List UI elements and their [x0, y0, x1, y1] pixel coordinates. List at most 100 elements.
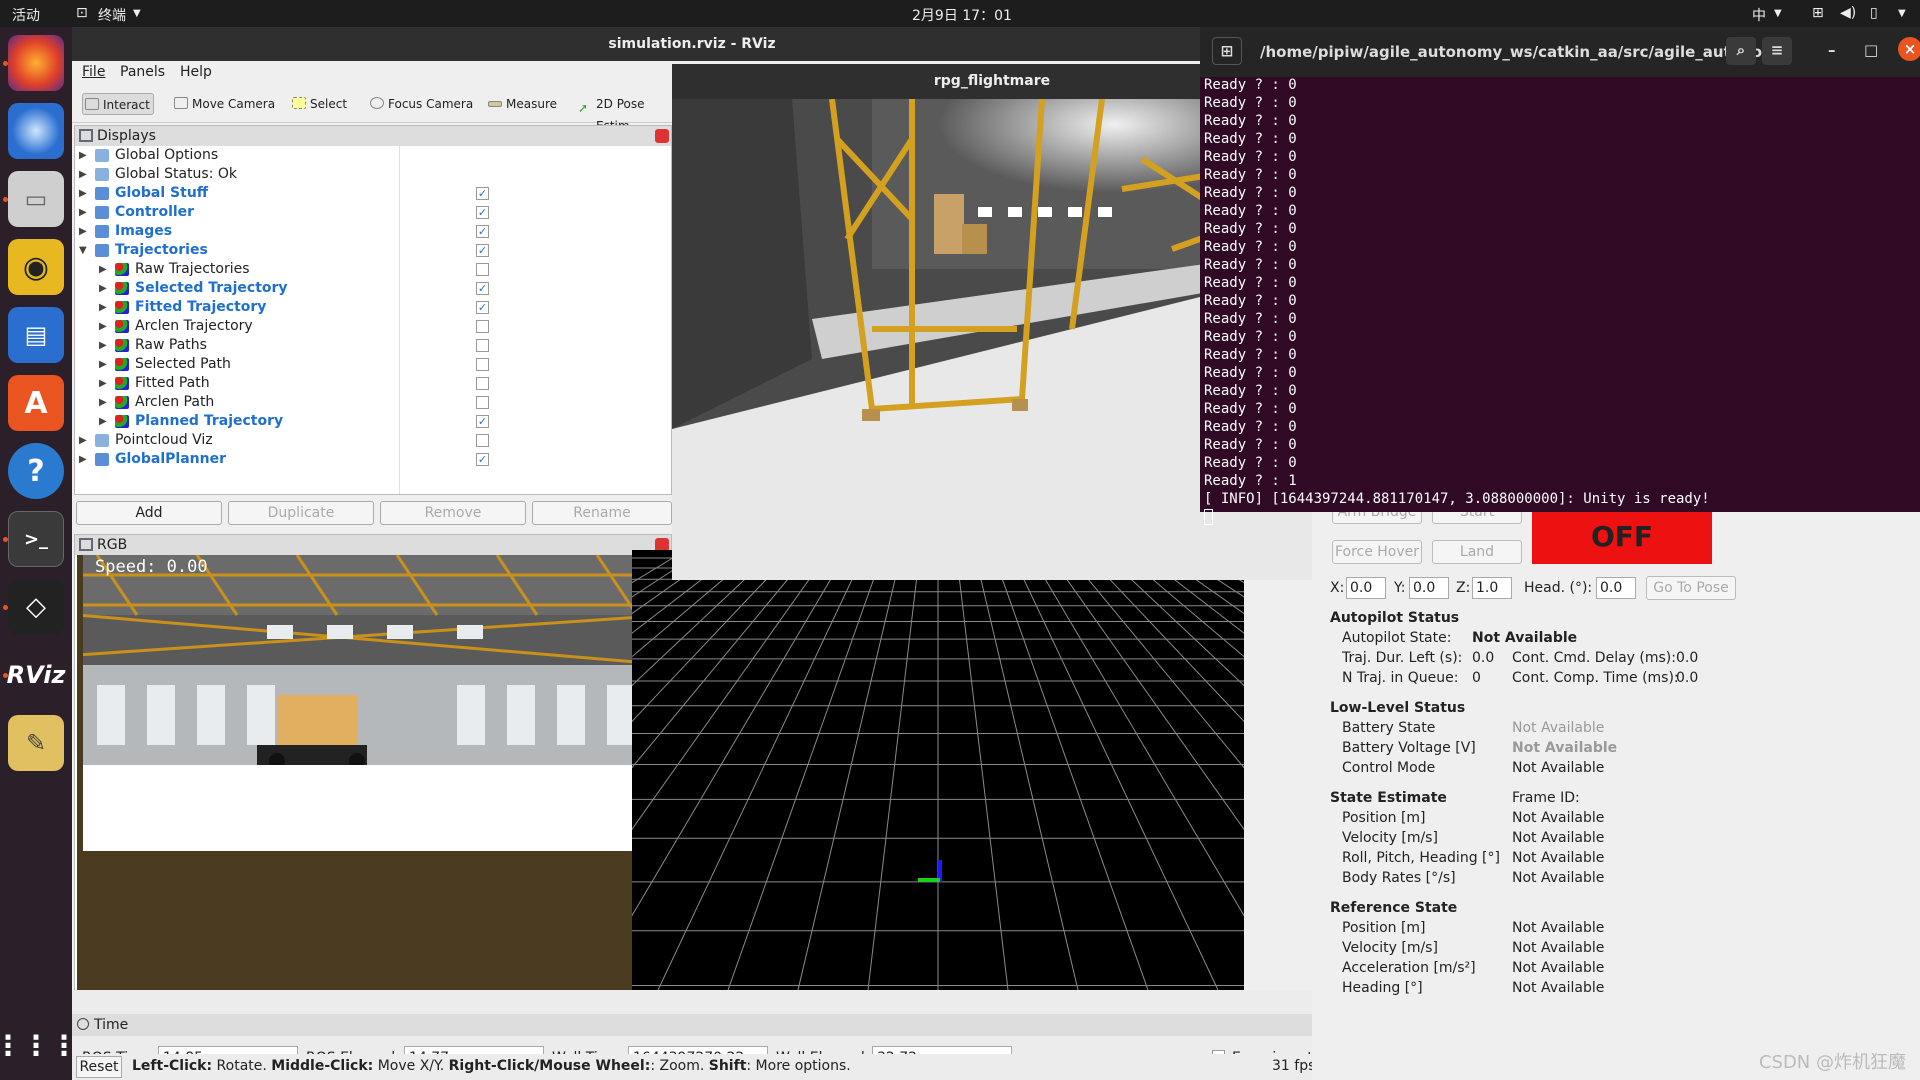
menu-help[interactable]: Help — [180, 64, 212, 80]
expand-icon[interactable]: ▶ — [79, 165, 89, 184]
duplicate-button[interactable]: Duplicate — [228, 501, 374, 525]
rhythmbox-icon[interactable]: ◉ — [8, 239, 64, 295]
app-menu[interactable]: 终端 — [98, 5, 126, 25]
display-checkbox[interactable] — [476, 339, 489, 352]
expand-icon[interactable]: ▶ — [99, 260, 109, 279]
firefox-icon[interactable] — [8, 35, 64, 91]
display-checkbox[interactable]: ✓ — [476, 187, 489, 200]
thunderbird-icon[interactable] — [8, 103, 64, 159]
menu-icon[interactable]: ≡ — [1762, 37, 1792, 65]
display-checkbox[interactable] — [476, 377, 489, 390]
rviz-3d-view[interactable] — [632, 550, 1244, 990]
expand-icon[interactable]: ▶ — [99, 317, 109, 336]
terminal-window[interactable]: ⊞ /home/pipiw/agile_autonomy_ws/catkin_a… — [1200, 27, 1920, 525]
rename-button[interactable]: Rename — [532, 501, 672, 525]
expand-icon[interactable]: ▶ — [79, 431, 89, 450]
expand-icon[interactable]: ▶ — [79, 184, 89, 203]
display-tree-row[interactable]: ▼ Trajectories ✓ — [75, 241, 671, 260]
add-button[interactable]: Add — [76, 501, 222, 525]
display-checkbox[interactable]: ✓ — [476, 301, 489, 314]
expand-icon[interactable]: ▶ — [79, 222, 89, 241]
expand-icon[interactable]: ▼ — [79, 241, 89, 260]
remove-button[interactable]: Remove — [380, 501, 526, 525]
expand-icon[interactable]: ▶ — [99, 336, 109, 355]
expand-icon[interactable]: ▶ — [99, 393, 109, 412]
measure-tool[interactable]: Measure — [486, 93, 557, 115]
close-icon[interactable] — [655, 129, 669, 143]
rviz-icon[interactable]: RViz — [7, 647, 66, 703]
expand-icon[interactable]: ▶ — [79, 203, 89, 222]
battery-icon[interactable]: ▯ — [1870, 5, 1878, 21]
expand-icon[interactable]: ▶ — [99, 298, 109, 317]
display-tree-row[interactable]: ▶ Global Options — [75, 146, 671, 165]
menu-panels[interactable]: Panels — [120, 64, 165, 80]
writer-icon[interactable]: ▤ — [8, 307, 64, 363]
select-tool[interactable]: Select — [290, 93, 347, 115]
display-checkbox[interactable]: ✓ — [476, 225, 489, 238]
display-tree-row[interactable]: ▶ Images ✓ — [75, 222, 671, 241]
display-tree-row[interactable]: ▶ Global Stuff ✓ — [75, 184, 671, 203]
x-input[interactable]: 0.0 — [1346, 577, 1386, 599]
y-input[interactable]: 0.0 — [1409, 577, 1449, 599]
display-checkbox[interactable]: ✓ — [476, 453, 489, 466]
display-tree-row[interactable]: ▶ Arclen Path — [75, 393, 671, 412]
display-tree-row[interactable]: ▶ Raw Paths — [75, 336, 671, 355]
display-tree-row[interactable]: ▶ Selected Trajectory ✓ — [75, 279, 671, 298]
network-icon[interactable]: ⊞ — [1812, 5, 1824, 21]
focus-camera-tool[interactable]: Focus Camera — [368, 93, 473, 115]
display-type-icon — [115, 320, 129, 333]
search-icon[interactable]: ⌕ — [1726, 37, 1756, 65]
apps-grid-icon[interactable]: ⋮⋮⋮ — [0, 1017, 78, 1073]
expand-icon[interactable]: ▶ — [79, 450, 89, 469]
clock[interactable]: 2月9日 17：01 — [912, 5, 1012, 25]
expand-icon[interactable]: ▶ — [99, 374, 109, 393]
land-button[interactable]: Land — [1432, 540, 1522, 564]
expand-icon[interactable]: ▶ — [99, 355, 109, 374]
display-checkbox[interactable]: ✓ — [476, 244, 489, 257]
maximize-icon[interactable]: □ — [1864, 41, 1878, 59]
display-tree-row[interactable]: ▶ Global Status: Ok — [75, 165, 671, 184]
new-tab-icon[interactable]: ⊞ — [1212, 37, 1242, 65]
display-checkbox[interactable] — [476, 434, 489, 447]
unity-icon[interactable]: ◇ — [8, 579, 64, 635]
z-input[interactable]: 1.0 — [1472, 577, 1512, 599]
activities-button[interactable]: 活动 — [12, 5, 40, 25]
terminal-icon[interactable]: >_ — [8, 511, 64, 567]
display-tree-row[interactable]: ▶ Arclen Trajectory — [75, 317, 671, 336]
tools-icon[interactable]: ✎ — [8, 715, 64, 771]
input-method[interactable]: 中 — [1752, 5, 1766, 25]
expand-icon[interactable]: ▶ — [99, 279, 109, 298]
display-checkbox[interactable]: ✓ — [476, 282, 489, 295]
display-checkbox[interactable] — [476, 396, 489, 409]
display-tree-row[interactable]: ▶ Planned Trajectory ✓ — [75, 412, 671, 431]
volume-icon[interactable]: ◀) — [1840, 5, 1856, 21]
pose-estimate-tool[interactable]: ➚2D Pose Estim — [576, 93, 672, 133]
off-button[interactable]: OFF — [1532, 510, 1712, 564]
display-checkbox[interactable] — [476, 358, 489, 371]
display-tree-row[interactable]: ▶ Pointcloud Viz — [75, 431, 671, 450]
expand-icon[interactable]: ▶ — [79, 146, 89, 165]
files-icon[interactable]: ▭ — [8, 171, 64, 227]
move-camera-tool[interactable]: Move Camera — [172, 93, 275, 115]
interact-tool[interactable]: Interact — [82, 93, 154, 115]
expand-icon[interactable]: ▶ — [99, 412, 109, 431]
reset-button[interactable]: Reset — [76, 1056, 122, 1078]
display-checkbox[interactable]: ✓ — [476, 206, 489, 219]
display-tree-row[interactable]: ▶ Raw Trajectories — [75, 260, 671, 279]
display-checkbox[interactable] — [476, 263, 489, 276]
display-checkbox[interactable]: ✓ — [476, 415, 489, 428]
software-center-icon[interactable]: A — [8, 375, 64, 431]
help-icon[interactable]: ? — [8, 443, 64, 499]
close-icon[interactable]: × — [1898, 37, 1920, 61]
display-tree-row[interactable]: ▶ Fitted Trajectory ✓ — [75, 298, 671, 317]
force-hover-button[interactable]: Force Hover — [1332, 540, 1422, 564]
display-tree-row[interactable]: ▶ Fitted Path — [75, 374, 671, 393]
display-tree-row[interactable]: ▶ Selected Path — [75, 355, 671, 374]
menu-file[interactable]: File — [82, 64, 105, 80]
go-to-pose-button[interactable]: Go To Pose — [1646, 576, 1736, 600]
display-tree-row[interactable]: ▶ Controller ✓ — [75, 203, 671, 222]
display-tree-row[interactable]: ▶ GlobalPlanner ✓ — [75, 450, 671, 469]
display-checkbox[interactable] — [476, 320, 489, 333]
minimize-icon[interactable]: – — [1828, 41, 1836, 59]
heading-input[interactable]: 0.0 — [1596, 577, 1636, 599]
